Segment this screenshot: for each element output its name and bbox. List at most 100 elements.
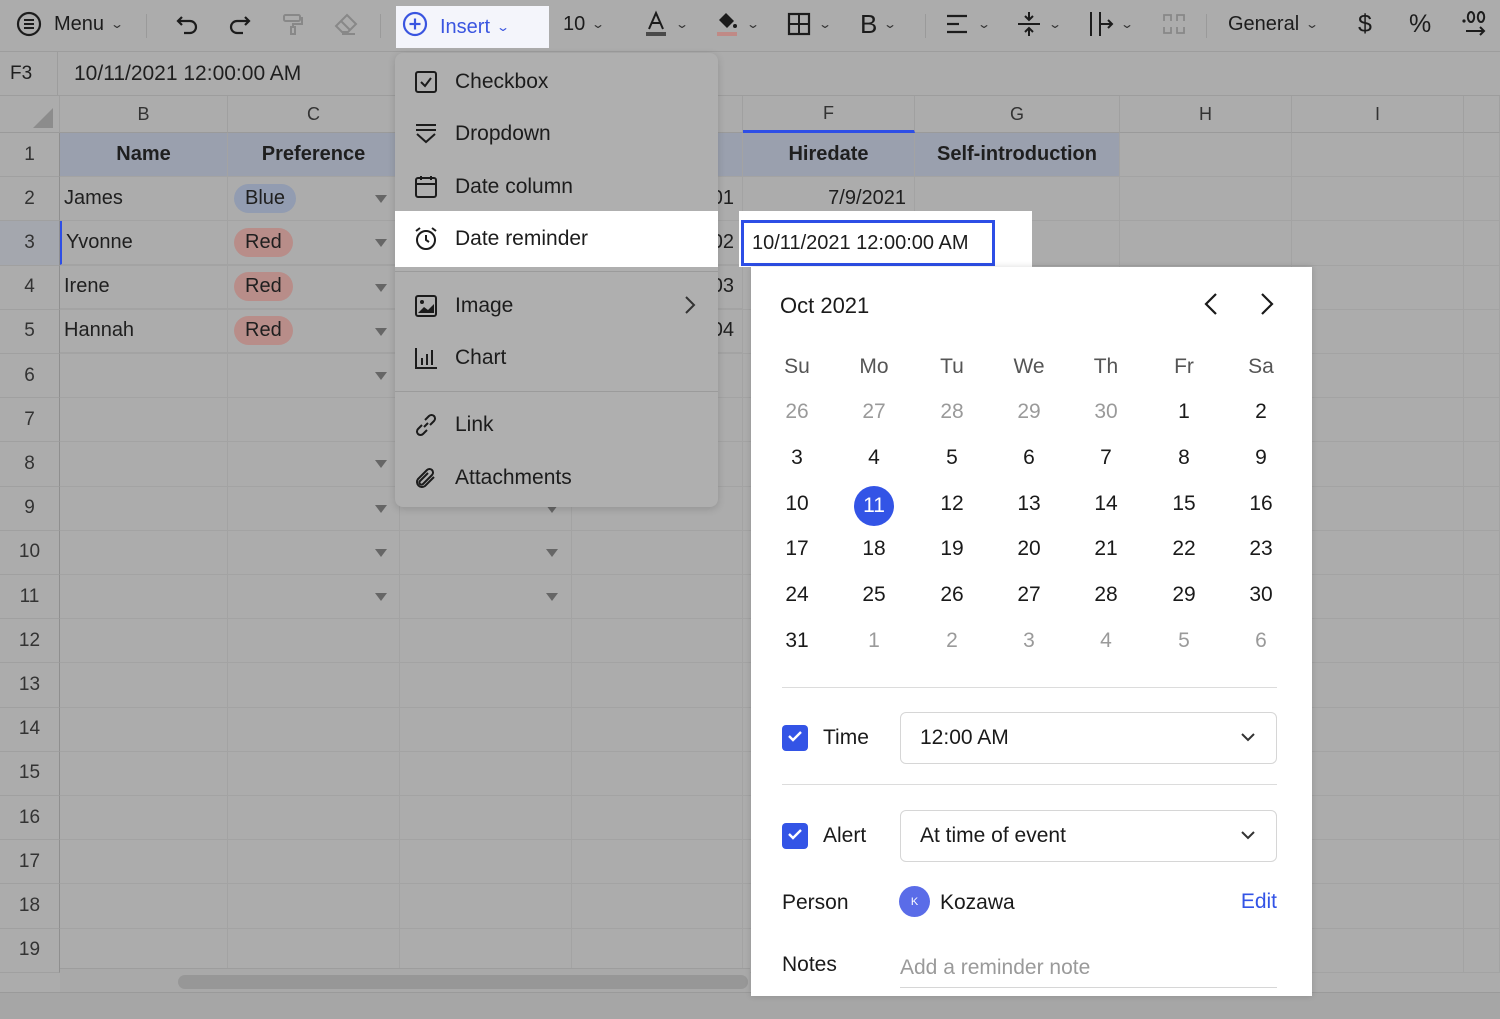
menu-item-chart[interactable]: Chart [395, 332, 718, 384]
grid-cell[interactable] [1292, 265, 1464, 310]
next-month-button[interactable] [1252, 289, 1282, 323]
calendar-day[interactable]: 2 [1239, 392, 1283, 432]
calendar-day[interactable]: 26 [930, 575, 974, 615]
grid-cell[interactable] [228, 663, 400, 708]
merge-cells-button[interactable] [1161, 0, 1187, 48]
calendar-day[interactable]: 21 [1084, 529, 1128, 569]
cell-name[interactable]: Hannah [60, 309, 228, 353]
grid-cell[interactable] [400, 796, 572, 841]
grid-cell[interactable] [572, 840, 743, 885]
grid-cell[interactable] [1464, 840, 1500, 885]
notes-input[interactable] [900, 948, 1277, 988]
calendar-day[interactable]: 4 [852, 438, 896, 478]
grid-cell[interactable] [1464, 928, 1500, 973]
calendar-day[interactable]: 26 [775, 392, 819, 432]
grid-cell[interactable] [1292, 354, 1464, 399]
calendar-day[interactable]: 9 [1239, 438, 1283, 478]
row-header[interactable]: 8 [0, 442, 60, 487]
row-header[interactable]: 4 [0, 265, 60, 310]
column-header-f[interactable]: F [743, 96, 915, 133]
menu-item-link[interactable]: Link [395, 399, 718, 451]
calendar-day[interactable]: 27 [852, 392, 896, 432]
row-header[interactable]: 2 [0, 177, 60, 222]
cell-name[interactable]: Irene [60, 265, 228, 309]
calendar-day[interactable]: 24 [775, 575, 819, 615]
menu-button[interactable]: Menu ⌄ [16, 0, 124, 48]
grid-cell[interactable] [572, 619, 743, 664]
grid-cell[interactable] [228, 619, 400, 664]
dropdown-arrow-icon[interactable] [375, 327, 387, 336]
grid-cell[interactable] [60, 442, 228, 487]
grid-cell[interactable] [228, 928, 400, 973]
formula-input[interactable]: 10/11/2021 12:00:00 AM [74, 52, 301, 96]
header-cell-self-introduction[interactable]: Self-introduction [915, 133, 1120, 177]
row-header[interactable]: 14 [0, 707, 60, 752]
grid-cell[interactable] [1292, 442, 1464, 487]
grid-cell[interactable] [60, 354, 228, 399]
grid-cell[interactable] [1464, 530, 1500, 575]
column-header-g[interactable]: G [915, 96, 1120, 133]
text-wrap-button[interactable]: ⌄ [1088, 0, 1134, 48]
time-select[interactable]: 12:00 AM [900, 712, 1277, 764]
grid-cell[interactable] [228, 884, 400, 929]
row-header[interactable]: 16 [0, 796, 60, 841]
grid-cell[interactable] [228, 707, 400, 752]
decrease-decimal-button[interactable] [1460, 0, 1490, 48]
grid-cell[interactable] [400, 928, 572, 973]
calendar-day[interactable]: 30 [1084, 392, 1128, 432]
grid-cell[interactable] [60, 575, 228, 620]
dropdown-arrow-icon[interactable] [375, 548, 387, 557]
active-cell-editor[interactable]: 10/11/2021 12:00:00 AM [741, 220, 995, 266]
dropdown-arrow-icon[interactable] [375, 593, 387, 601]
calendar-day[interactable]: 8 [1162, 438, 1206, 478]
row-header[interactable]: 9 [0, 486, 60, 531]
calendar-day[interactable]: 2 [930, 621, 974, 661]
time-checkbox[interactable] [782, 725, 808, 751]
grid-cell[interactable] [60, 398, 228, 443]
grid-cell[interactable] [1464, 354, 1500, 399]
grid-cell[interactable] [1464, 707, 1500, 752]
redo-button[interactable] [226, 0, 252, 48]
number-format-select[interactable]: General ⌄ [1228, 0, 1319, 48]
grid-cell[interactable] [400, 663, 572, 708]
calendar-day[interactable]: 29 [1007, 392, 1051, 432]
calendar-day[interactable]: 23 [1239, 529, 1283, 569]
grid-cell[interactable] [60, 530, 228, 575]
grid-cell[interactable] [1120, 133, 1292, 178]
grid-cell[interactable] [572, 751, 743, 796]
alert-checkbox[interactable] [782, 823, 808, 849]
grid-cell[interactable] [228, 751, 400, 796]
horizontal-scrollbar[interactable] [178, 975, 748, 989]
grid-cell[interactable] [1292, 928, 1464, 973]
menu-item-dropdown[interactable]: Dropdown [395, 108, 718, 160]
grid-cell[interactable] [60, 928, 228, 973]
calendar-day[interactable]: 12 [930, 484, 974, 524]
grid-cell[interactable] [1292, 619, 1464, 664]
clear-format-button[interactable] [333, 0, 359, 48]
row-header[interactable]: 18 [0, 884, 60, 929]
undo-button[interactable] [175, 0, 201, 48]
calendar-day[interactable]: 27 [1007, 575, 1051, 615]
dropdown-arrow-icon[interactable] [375, 239, 387, 248]
calendar-day[interactable]: 22 [1162, 529, 1206, 569]
grid-cell[interactable] [1464, 575, 1500, 620]
grid-cell[interactable] [60, 884, 228, 929]
grid-cell[interactable] [1464, 884, 1500, 929]
percent-format-button[interactable]: % [1409, 0, 1431, 48]
grid-cell[interactable] [400, 707, 572, 752]
grid-cell[interactable] [1464, 619, 1500, 664]
insert-button[interactable]: Insert ⌄ [396, 6, 549, 48]
menu-item-date-reminder[interactable]: Date reminder [395, 211, 718, 267]
dropdown-arrow-icon[interactable] [375, 504, 387, 513]
grid-cell[interactable] [1292, 309, 1464, 354]
calendar-day[interactable]: 30 [1239, 575, 1283, 615]
calendar-day[interactable]: 5 [1162, 621, 1206, 661]
previous-month-button[interactable] [1196, 289, 1226, 323]
grid-cell[interactable] [60, 707, 228, 752]
column-header-j[interactable] [1464, 96, 1500, 133]
grid-cell[interactable] [1464, 663, 1500, 708]
grid-cell[interactable] [60, 486, 228, 531]
grid-cell[interactable] [1292, 796, 1464, 841]
grid-cell[interactable] [1292, 840, 1464, 885]
grid-cell[interactable] [1464, 177, 1500, 222]
